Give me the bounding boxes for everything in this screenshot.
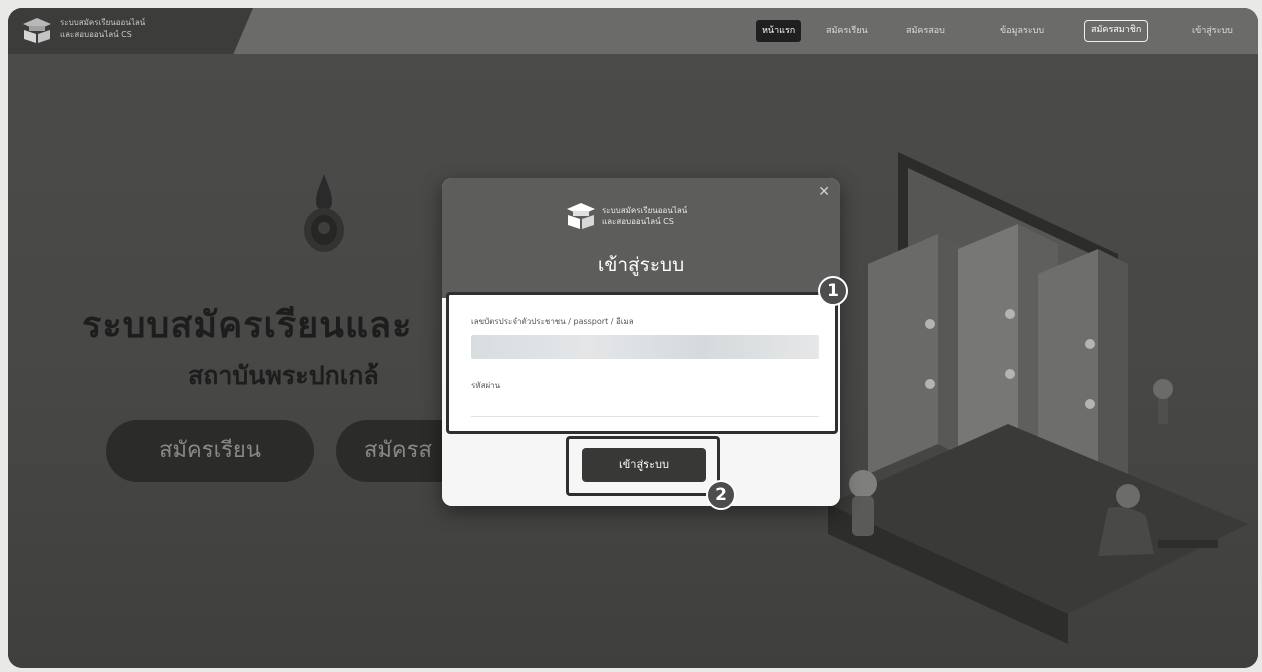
login-modal-header: ✕ ระบบสมัครเรียนออนไลน์ และสอบออนไลน์ CS… — [442, 178, 840, 298]
hero-subtitle: สถาบันพระปกเกล้ — [188, 361, 379, 390]
password-field-input[interactable] — [471, 395, 819, 417]
modal-brand-line-2: และสอบออนไลน์ CS — [602, 217, 674, 226]
id-field-input[interactable] — [471, 335, 819, 359]
nav-login[interactable]: เข้าสู่ระบบ — [1186, 20, 1239, 42]
graduation-book-icon — [567, 203, 595, 229]
top-navbar: ระบบสมัครเรียนออนไลน์ และสอบออนไลน์ CS ห… — [8, 8, 1258, 54]
institute-emblem-icon — [304, 174, 344, 252]
login-title: เข้าสู่ระบบ — [597, 254, 685, 276]
isometric-library-illustration — [828, 152, 1248, 644]
login-submit-button[interactable]: เข้าสู่ระบบ — [582, 448, 706, 482]
login-modal: ✕ ระบบสมัครเรียนออนไลน์ และสอบออนไลน์ CS… — [442, 178, 840, 506]
step-badge-1: 1 — [818, 276, 848, 306]
graduation-book-icon[interactable] — [22, 16, 52, 44]
password-field-label: รหัสผ่าน — [471, 381, 501, 390]
credentials-form: เลขบัตรประจำตัวประชาชน / passport / อีเม… — [446, 292, 838, 434]
brand-line-1: ระบบสมัครเรียนออนไลน์ — [60, 18, 146, 27]
app-window: ระบบสมัครเรียนออนไลน์ และสอบออนไลน์ CS ห… — [8, 8, 1258, 668]
step-badge-2: 2 — [706, 480, 736, 510]
nav-enroll[interactable]: สมัครเรียน — [820, 20, 874, 42]
modal-brand-name: ระบบสมัครเรียนออนไลน์ และสอบออนไลน์ CS — [602, 205, 687, 227]
id-field-label: เลขบัตรประจำตัวประชาชน / passport / อีเม… — [471, 317, 634, 326]
hero-title: ระบบสมัครเรียนและ — [82, 305, 413, 346]
close-icon[interactable]: ✕ — [818, 184, 830, 200]
modal-brand-line-1: ระบบสมัครเรียนออนไลน์ — [602, 206, 688, 215]
hero-enroll-button[interactable]: สมัครเรียน — [106, 420, 314, 482]
brand-name[interactable]: ระบบสมัครเรียนออนไลน์ และสอบออนไลน์ CS — [60, 17, 145, 41]
brand-line-2: และสอบออนไลน์ CS — [60, 30, 132, 39]
nav-register-button[interactable]: สมัครสมาชิก — [1084, 20, 1149, 42]
nav-exam[interactable]: สมัครสอบ — [900, 20, 951, 42]
nav-info[interactable]: ข้อมูลระบบ — [994, 20, 1050, 42]
nav-home[interactable]: หน้าแรก — [756, 20, 802, 42]
